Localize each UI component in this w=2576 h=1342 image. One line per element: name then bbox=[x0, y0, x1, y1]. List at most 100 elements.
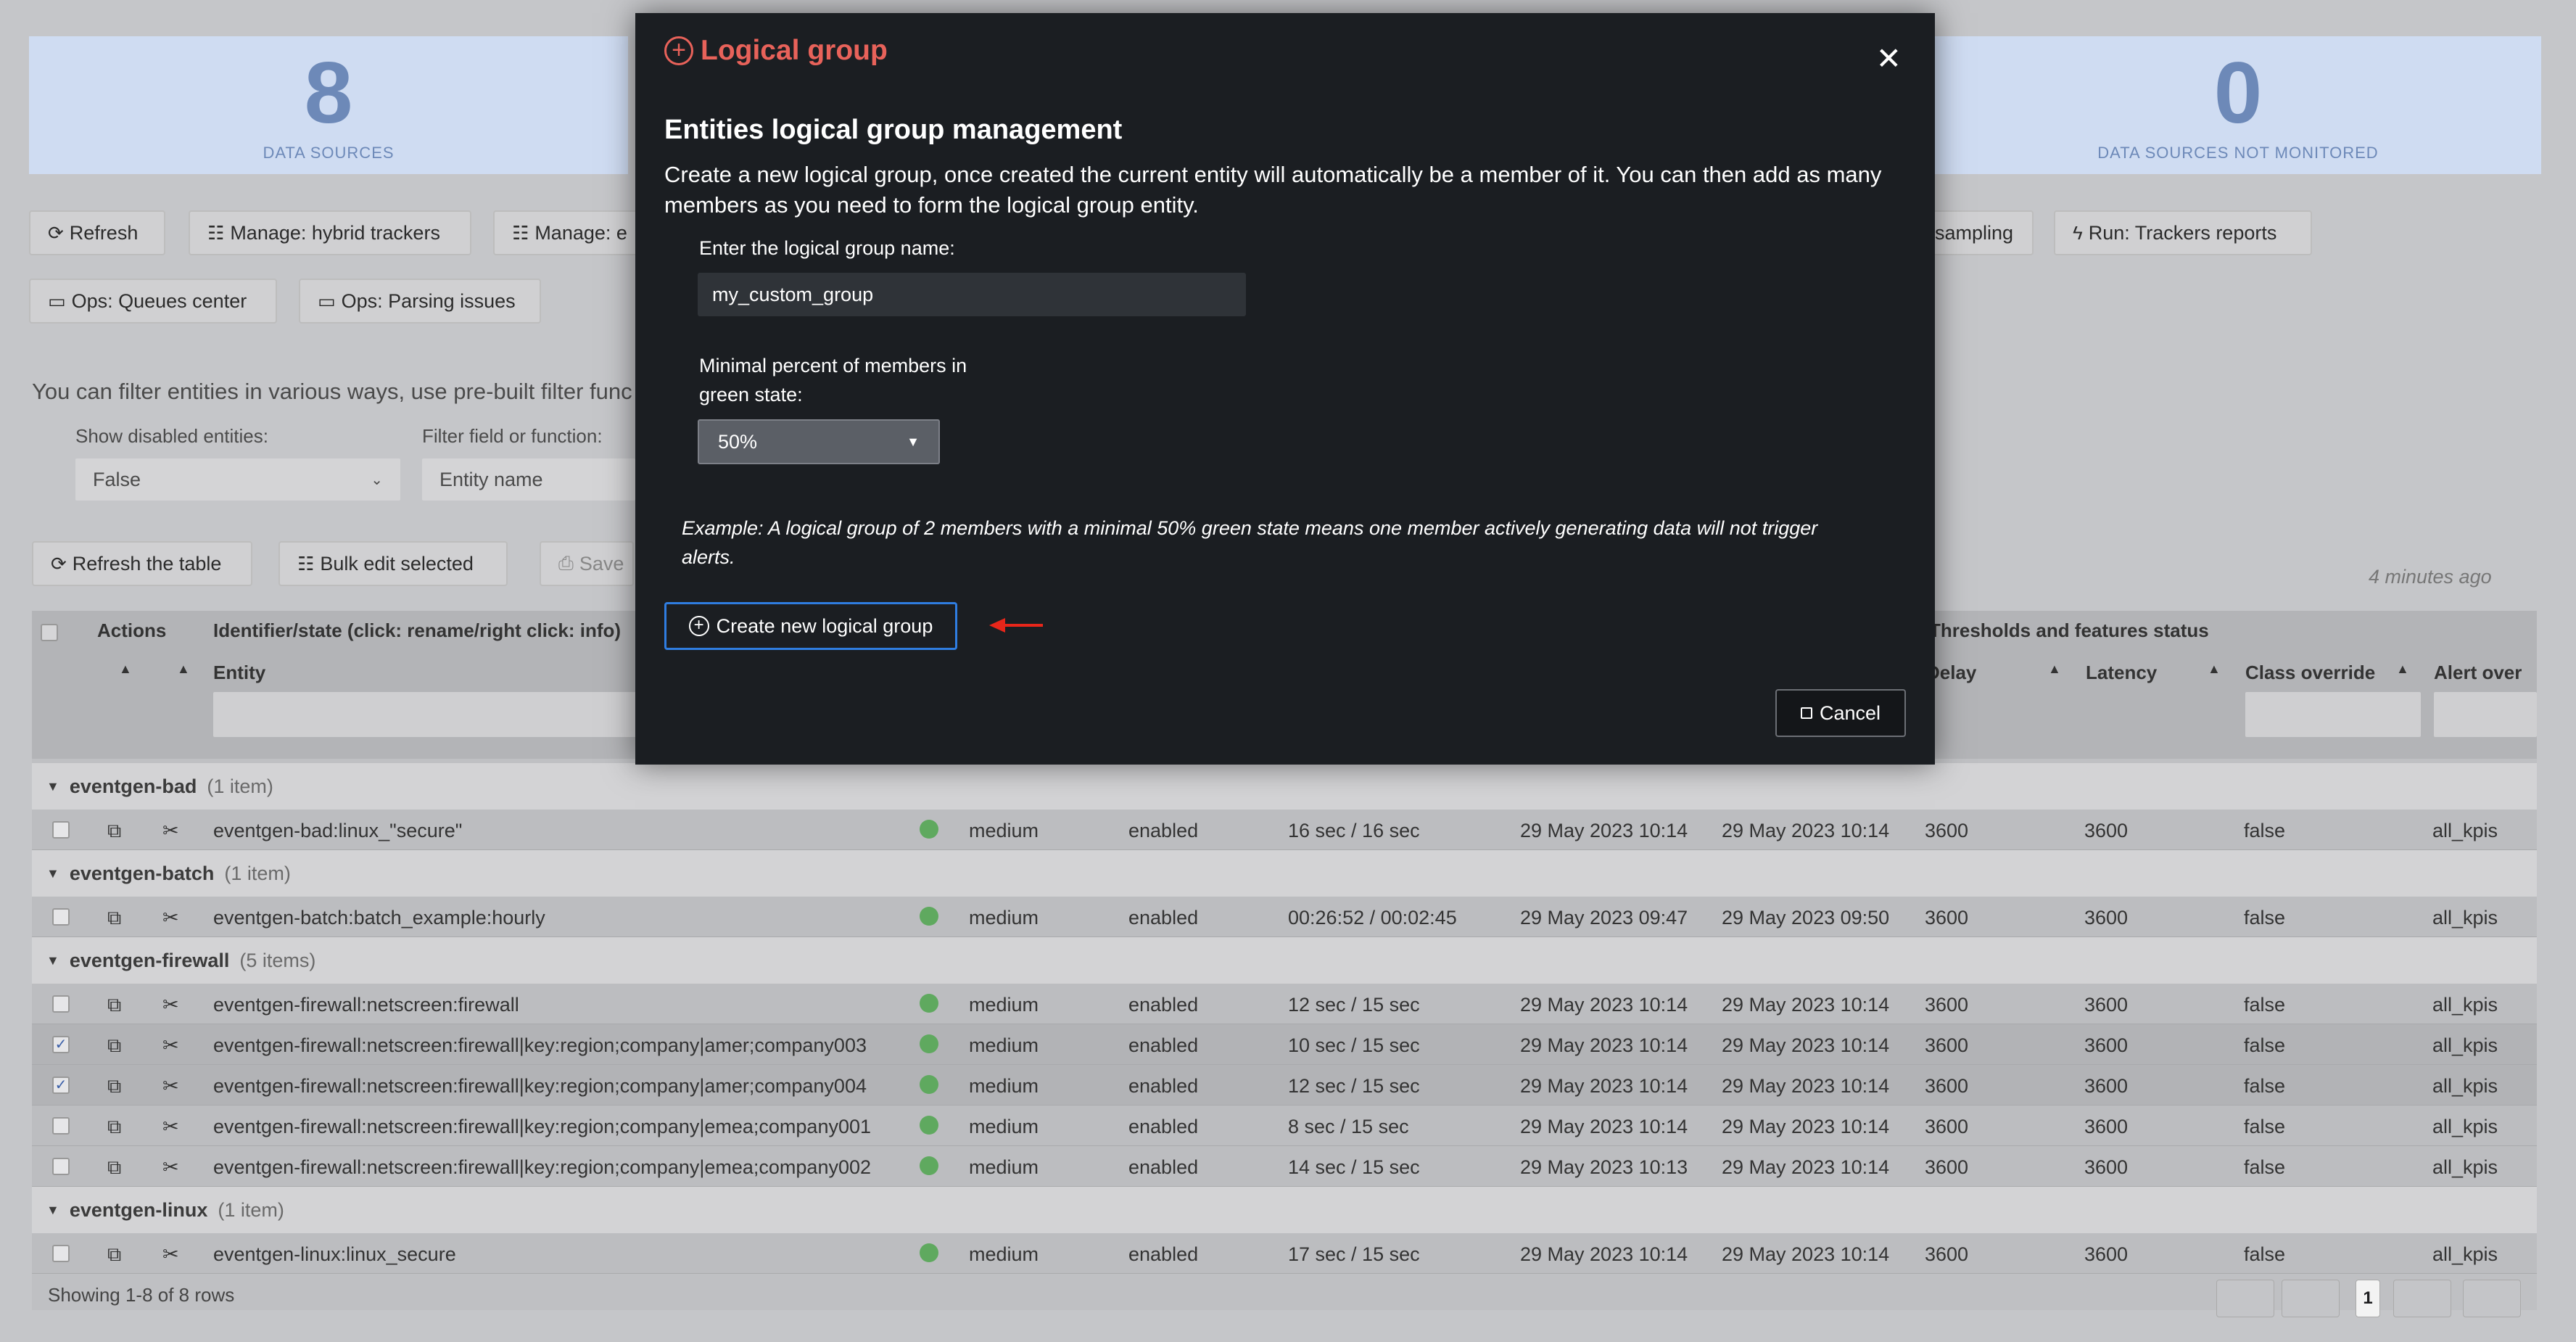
row-checkbox[interactable] bbox=[52, 995, 70, 1013]
run-trackers-reports-button[interactable]: ϟ Run: Trackers reports bbox=[2054, 210, 2312, 255]
create-logical-group-button[interactable]: + Create new logical group bbox=[664, 602, 957, 650]
entity-name[interactable]: eventgen-batch:batch_example:hourly bbox=[213, 907, 545, 929]
group-header-eventgen-bad[interactable]: ▼ eventgen-bad (1 item) bbox=[32, 763, 2537, 810]
tools-icon[interactable]: ✂ bbox=[162, 907, 179, 929]
entity-name[interactable]: eventgen-firewall:netscreen:firewall|key… bbox=[213, 1116, 871, 1138]
refresh-table-button[interactable]: ⟳ Refresh the table bbox=[32, 541, 252, 586]
cell-alert: all_kpis bbox=[2432, 1243, 2498, 1265]
status-dot bbox=[920, 1034, 938, 1053]
button-label: Bulk edit selected bbox=[320, 552, 474, 575]
tools-icon[interactable]: ✂ bbox=[162, 820, 179, 842]
tools-icon[interactable]: ✂ bbox=[162, 1075, 179, 1098]
tools-icon[interactable]: ✂ bbox=[162, 1156, 179, 1179]
entity-name[interactable]: eventgen-bad:linux_"secure" bbox=[213, 820, 462, 842]
entity-name[interactable]: eventgen-firewall:netscreen:firewall|key… bbox=[213, 1156, 871, 1179]
table-row: ✓ ⧉ ✂ eventgen-firewall:netscreen:firewall|… bbox=[32, 1024, 2537, 1065]
page-next-button[interactable] bbox=[2393, 1280, 2451, 1317]
open-external-icon[interactable]: ⧉ bbox=[107, 1156, 121, 1180]
table-row: ✓ ⧉ ✂ eventgen-firewall:netscreen:firewall|… bbox=[32, 1065, 2537, 1106]
cell-latency: 3600 bbox=[2084, 820, 2129, 841]
open-external-icon[interactable]: ⧉ bbox=[107, 907, 121, 930]
header-latency[interactable]: Latency bbox=[2086, 662, 2157, 684]
group-header-eventgen-firewall[interactable]: ▼ eventgen-firewall (5 items) bbox=[32, 937, 2537, 984]
ops-parsing-issues-button[interactable]: ▭ Ops: Parsing issues bbox=[299, 279, 541, 324]
entity-filter-input[interactable] bbox=[213, 692, 648, 737]
group-name-input[interactable]: my_custom_group bbox=[698, 273, 1246, 316]
sort-icon[interactable]: ▲ bbox=[177, 662, 190, 677]
manage-hybrid-trackers-button[interactable]: ☷ Manage: hybrid trackers bbox=[189, 210, 471, 255]
cell-lag: 12 sec / 15 sec bbox=[1288, 1075, 1420, 1097]
entity-name[interactable]: eventgen-firewall:netscreen:firewall|key… bbox=[213, 1034, 867, 1057]
open-external-icon[interactable]: ⧉ bbox=[107, 820, 121, 843]
page-first-button[interactable] bbox=[2216, 1280, 2274, 1317]
tools-icon[interactable]: ✂ bbox=[162, 1034, 179, 1057]
row-checkbox[interactable]: ✓ bbox=[52, 1036, 70, 1053]
percent-select[interactable]: 50% ▼ bbox=[698, 419, 940, 464]
manage-button[interactable]: ☷ Manage: e bbox=[493, 210, 638, 255]
group-header-eventgen-batch[interactable]: ▼ eventgen-batch (1 item) bbox=[32, 850, 2537, 897]
row-checkbox[interactable] bbox=[52, 908, 70, 926]
entity-name[interactable]: eventgen-linux:linux_secure bbox=[213, 1243, 456, 1266]
refresh-button[interactable]: ⟳ Refresh bbox=[29, 210, 165, 255]
cell-latency: 3600 bbox=[2084, 1243, 2129, 1265]
bulk-edit-button[interactable]: ☷ Bulk edit selected bbox=[278, 541, 508, 586]
cell-lag: 14 sec / 15 sec bbox=[1288, 1156, 1420, 1178]
caret-down-icon: ▼ bbox=[907, 434, 920, 449]
cell-latency: 3600 bbox=[2084, 994, 2129, 1016]
cell-class-override: false bbox=[2244, 1243, 2286, 1265]
save-button[interactable]: ⎙ Save bbox=[540, 541, 634, 586]
header-alert-over[interactable]: Alert over bbox=[2434, 662, 2522, 684]
entity-name[interactable]: eventgen-firewall:netscreen:firewall|key… bbox=[213, 1075, 867, 1098]
kpi-value: 0 bbox=[2213, 44, 2263, 141]
page-last-button[interactable] bbox=[2463, 1280, 2521, 1317]
row-checkbox[interactable] bbox=[52, 1245, 70, 1262]
open-external-icon[interactable]: ⧉ bbox=[107, 1243, 121, 1267]
open-external-icon[interactable]: ⧉ bbox=[107, 1034, 121, 1058]
row-checkbox[interactable] bbox=[52, 821, 70, 839]
class-filter-input[interactable] bbox=[2245, 692, 2421, 737]
select-all-checkbox[interactable] bbox=[41, 624, 58, 641]
kpi-data-sources: 8 DATA SOURCES bbox=[29, 36, 628, 174]
sort-icon[interactable]: ▲ bbox=[2396, 662, 2409, 677]
show-disabled-select[interactable]: False ⌄ bbox=[75, 458, 400, 501]
cell-delay: 3600 bbox=[1925, 1243, 1969, 1265]
close-icon[interactable]: ✕ bbox=[1876, 41, 1902, 76]
cell-last: 29 May 2023 10:14 bbox=[1722, 1034, 1890, 1056]
page-current[interactable]: 1 bbox=[2356, 1280, 2380, 1317]
cancel-button[interactable]: Cancel bbox=[1775, 689, 1906, 737]
cell-alert: all_kpis bbox=[2432, 1075, 2498, 1097]
example-text: Example: A logical group of 2 members wi… bbox=[682, 517, 1818, 568]
cell-class-override: false bbox=[2244, 1116, 2286, 1137]
group-header-eventgen-linux[interactable]: ▼ eventgen-linux (1 item) bbox=[32, 1187, 2537, 1233]
row-checkbox[interactable]: ✓ bbox=[52, 1077, 70, 1094]
row-checkbox[interactable] bbox=[52, 1158, 70, 1175]
open-external-icon[interactable]: ⧉ bbox=[107, 1116, 121, 1139]
input-value: my_custom_group bbox=[712, 283, 874, 305]
page-prev-button[interactable] bbox=[2282, 1280, 2340, 1317]
sort-icon[interactable]: ▲ bbox=[2048, 662, 2061, 677]
open-external-icon[interactable]: ⧉ bbox=[107, 994, 121, 1017]
tools-icon[interactable]: ✂ bbox=[162, 1116, 179, 1138]
cell-priority: medium bbox=[969, 994, 1039, 1016]
tools-icon[interactable]: ✂ bbox=[162, 994, 179, 1016]
save-icon: ⎙ bbox=[558, 552, 574, 574]
header-entity[interactable]: Entity bbox=[213, 662, 265, 684]
refresh-icon: ⟳ bbox=[51, 552, 67, 575]
tools-icon[interactable]: ✂ bbox=[162, 1243, 179, 1266]
cell-delay: 3600 bbox=[1925, 1116, 1969, 1137]
group-count: (1 item) bbox=[207, 775, 273, 797]
entity-name[interactable]: eventgen-firewall:netscreen:firewall bbox=[213, 994, 519, 1016]
kpi-label: DATA SOURCES bbox=[263, 144, 395, 162]
ops-queues-center-button[interactable]: ▭ Ops: Queues center bbox=[29, 279, 277, 324]
sort-icon[interactable]: ▲ bbox=[119, 662, 132, 677]
filter-field-select[interactable]: Entity name bbox=[422, 458, 635, 501]
cell-lag: 12 sec / 15 sec bbox=[1288, 994, 1420, 1016]
cell-first: 29 May 2023 10:14 bbox=[1520, 994, 1688, 1016]
sort-icon[interactable]: ▲ bbox=[2208, 662, 2221, 677]
alert-filter-input[interactable] bbox=[2434, 692, 2537, 737]
button-label: Ops: Parsing issues bbox=[341, 289, 516, 312]
row-checkbox[interactable] bbox=[52, 1117, 70, 1135]
header-class-override[interactable]: Class override bbox=[2245, 662, 2375, 684]
last-updated: 4 minutes ago bbox=[2369, 566, 2492, 588]
open-external-icon[interactable]: ⧉ bbox=[107, 1075, 121, 1098]
